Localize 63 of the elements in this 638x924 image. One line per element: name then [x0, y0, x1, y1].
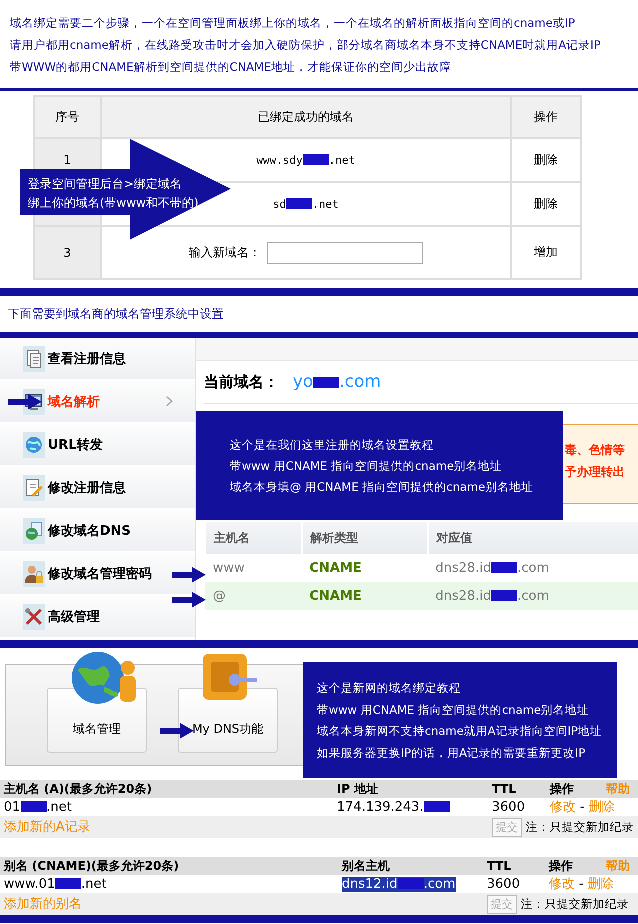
- sidebar-item[interactable]: 修改注册信息: [0, 467, 195, 510]
- record-row[interactable]: www CNAME dns28.id .com: [205, 554, 638, 582]
- domain-text: sd .net: [273, 198, 339, 210]
- column-header: 别名主机: [342, 858, 390, 872]
- column-header: TTL: [487, 859, 512, 873]
- sidebar-item[interactable]: URL转发: [0, 424, 195, 467]
- arrow-icon: [160, 723, 194, 739]
- intro-text: 带WWW的都用CNAME解析到空间提供的CNAME地址，才能保证你的空间少出故障: [10, 59, 452, 76]
- column-header: 操作: [511, 96, 581, 138]
- column-header: 对应值: [428, 522, 638, 554]
- separator-text: -: [580, 800, 585, 815]
- column-header: TTL: [492, 782, 516, 796]
- record-value: 174.139.243.: [337, 800, 450, 814]
- domain-text: www.sdy .net: [256, 154, 356, 166]
- instruction-box: 这个是新网的域名绑定教程 带www 用CNAME 指向空间提供的cname别名地址 域名本身新网不支持cname就用A记录指向空间IP地址 如果服务器更换IP的话，用A记录的需要重新更改IP: [303, 662, 617, 778]
- person-lock-icon: [24, 564, 44, 584]
- chevron-icon: [166, 396, 173, 407]
- tools-icon: [24, 606, 44, 626]
- sidebar-item[interactable]: 高级管理: [0, 596, 195, 639]
- record-value: dns28.id .com: [436, 560, 550, 576]
- column-header: 主机名 (A)(最多允许20条): [4, 782, 152, 796]
- intro-text: 域名绑定需要二个步骤，一个在空间管理面板绑上你的域名，一个在域名的解析面板指向空间的cname或IP: [10, 15, 576, 32]
- arrow-icon: [172, 592, 206, 608]
- note-text: 注：只提交新加纪录: [526, 820, 634, 834]
- globe-icon: [24, 434, 44, 454]
- column-header: IP 地址: [337, 782, 378, 796]
- separator-text: -: [579, 877, 584, 892]
- domain-input[interactable]: [267, 242, 423, 264]
- field-label: 输入新域名：: [189, 244, 261, 259]
- sidebar-item[interactable]: 查看注册信息: [0, 338, 195, 381]
- column-header: 主机名: [205, 522, 302, 554]
- table-cell: 3: [34, 226, 101, 279]
- arrow-icon: [172, 567, 206, 583]
- service-card[interactable]: My DNS功能: [178, 688, 278, 753]
- record-row[interactable]: @ CNAME dns28.id .com: [205, 582, 638, 610]
- host-name: www.01 .net: [4, 876, 107, 892]
- intro-text: 请用户都用cname解析，在线路受攻击时才会加入硬防保护，部分域名商域名本身不支持CNAME时就用A记录IP: [10, 37, 602, 54]
- column-header: 操作: [549, 858, 573, 872]
- action-link[interactable]: 删除: [534, 152, 558, 166]
- arrow-icon: [8, 394, 42, 410]
- instruction-box: 这个是在我们这里注册的域名设置教程 带www 用CNAME 指向空间提供的cname别名地址 域名本身填@ 用CNAME 指向空间提供的cname别名地址: [196, 411, 563, 520]
- notice-panel: 毒、色情等 予办理转出: [560, 424, 638, 504]
- current-domain-label: 当前域名：: [204, 372, 279, 392]
- column-header: 操作: [550, 782, 574, 796]
- sidebar-item[interactable]: 域名解析: [0, 381, 195, 424]
- current-domain: yo .com: [293, 372, 382, 392]
- record-value: dns28.id .com: [436, 588, 550, 604]
- action-link[interactable]: 增加: [534, 245, 558, 259]
- host-name: 01 .net: [4, 800, 72, 814]
- column-header: 序号: [34, 96, 101, 138]
- record-value: dns12.id .com: [342, 876, 456, 892]
- section-note: 下面需要到域名商的域名管理系统中设置: [7, 306, 225, 323]
- sidebar-item[interactable]: 修改域名管理密码: [0, 553, 195, 596]
- action-link[interactable]: 删除: [534, 196, 558, 210]
- column-header: 别名 (CNAME)(最多允许20条): [4, 858, 180, 872]
- sidebar-item[interactable]: 修改域名DNS: [0, 510, 195, 553]
- ttl-value: 3600: [488, 798, 546, 816]
- globe-doc-icon: [24, 520, 44, 540]
- note-text: 注：只提交新加纪录: [521, 896, 630, 910]
- ttl-value: 3600: [483, 875, 545, 893]
- column-header: 解析类型: [302, 522, 428, 554]
- column-header: 已绑定成功的域名: [101, 96, 511, 138]
- edit-icon: [24, 478, 44, 498]
